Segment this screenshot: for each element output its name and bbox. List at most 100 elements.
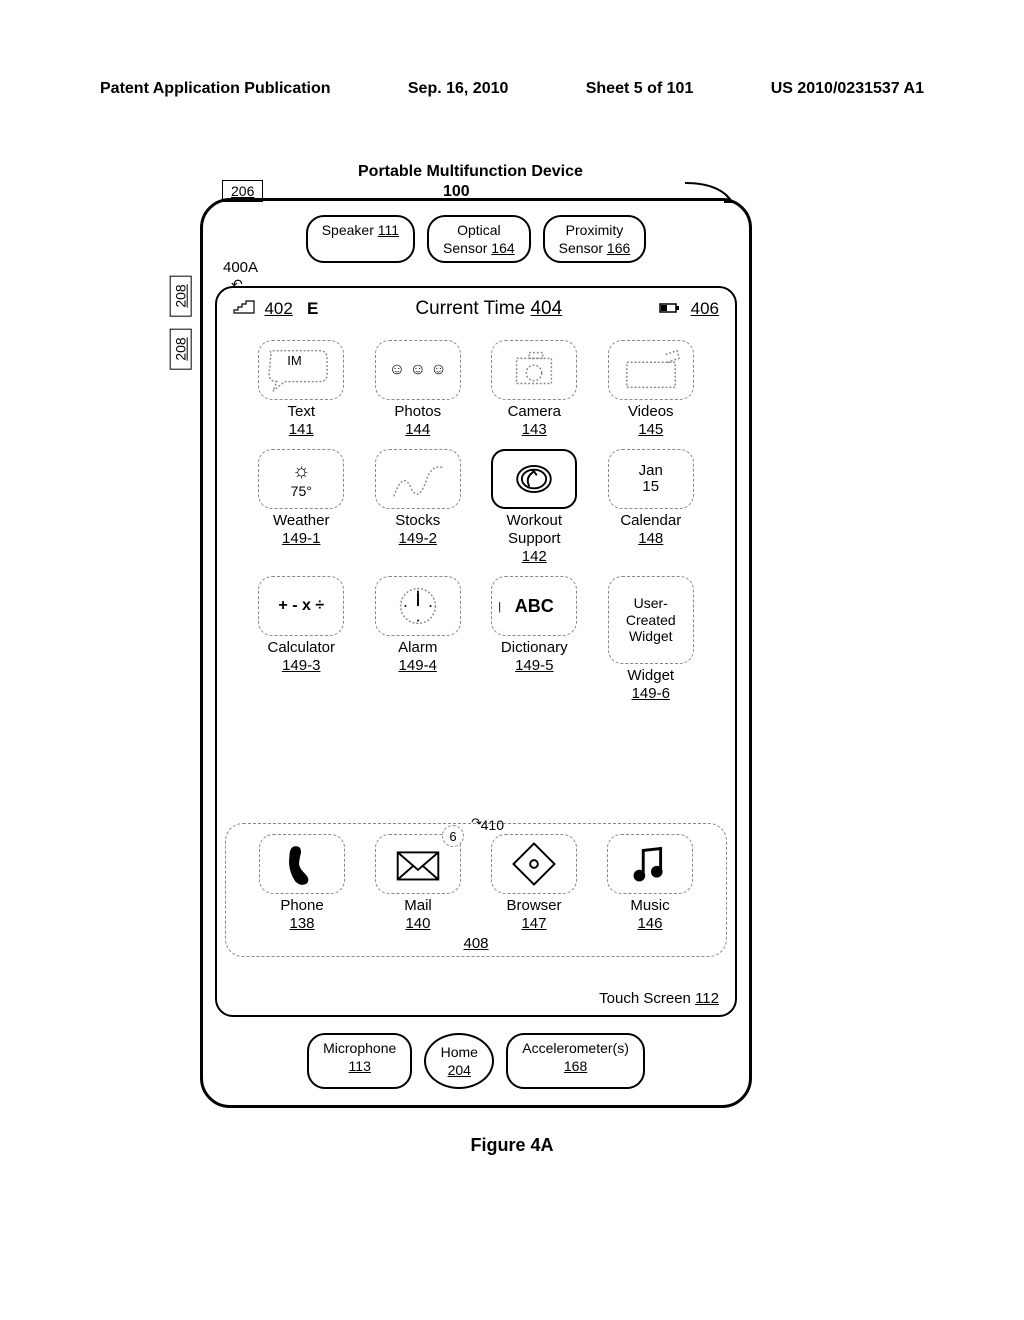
app-stocks[interactable]: Stocks149-2 — [364, 449, 473, 566]
accel-ref: 168 — [564, 1058, 587, 1074]
signal-ref: 402 — [264, 299, 292, 318]
device-title: Portable Multifunction Device — [358, 163, 583, 181]
microphone-ref: 113 — [349, 1058, 371, 1074]
status-bar: 402 E Current Time 404 406 — [225, 296, 727, 322]
home-label: Home — [441, 1043, 478, 1061]
workout-icon — [491, 449, 577, 509]
phone-label: Phone138 — [280, 897, 323, 933]
status-center: Current Time 404 — [415, 298, 562, 320]
app-mail[interactable]: 6 ↷ 410 Mail140 — [364, 834, 472, 933]
dock: Phone138 6 ↷ 410 Mail140 — [225, 823, 727, 957]
ref-208-bottom: 208 — [170, 328, 192, 369]
text-label: Text141 — [287, 403, 315, 439]
stocks-label: Stocks149-2 — [395, 512, 440, 548]
optical-label2: Sensor — [443, 240, 487, 256]
browser-icon — [491, 834, 577, 894]
time-ref: 404 — [530, 298, 562, 319]
im-label: IM — [287, 353, 301, 368]
music-icon — [607, 834, 693, 894]
app-alarm[interactable]: Alarm149-4 — [364, 576, 473, 703]
sensor-row: Speaker 111 Optical Sensor 164 Proximity… — [203, 215, 749, 263]
touch-screen[interactable]: 402 E Current Time 404 406 IM — [215, 286, 737, 1017]
widget-text: User-Created Widget — [613, 595, 689, 645]
calculator-label: Calculator149-3 — [267, 639, 335, 675]
workout-label: Workout Support142 — [480, 512, 589, 566]
microphone-label: Microphone — [323, 1040, 396, 1056]
header-sheet: Sheet 5 of 101 — [586, 80, 694, 98]
status-right: 406 — [659, 299, 719, 319]
home-ref: 204 — [448, 1061, 471, 1079]
proximity-label1: Proximity — [566, 222, 624, 238]
microphone: Microphone 113 — [307, 1033, 412, 1089]
proximity-label2: Sensor — [559, 240, 603, 256]
dict-text: ABC — [515, 596, 554, 617]
accel-label: Accelerometer(s) — [522, 1040, 629, 1056]
optical-sensor: Optical Sensor 164 — [427, 215, 531, 263]
videos-label: Videos145 — [628, 403, 674, 439]
app-videos[interactable]: Videos145 — [597, 340, 706, 439]
weather-temp: 75° — [291, 483, 312, 499]
ref-208-top: 208 — [170, 275, 192, 316]
page-header: Patent Application Publication Sep. 16, … — [0, 80, 1024, 98]
stocks-icon — [375, 449, 461, 509]
touch-screen-label: Touch Screen 112 — [599, 990, 719, 1007]
header-left: Patent Application Publication — [100, 80, 331, 98]
icon-grid: IM Text141 ☺ ☺ ☺ Photos144 Camera143 — [225, 340, 727, 703]
app-browser[interactable]: Browser147 — [480, 834, 588, 933]
accelerometer: Accelerometer(s) 168 — [506, 1033, 645, 1089]
app-music[interactable]: Music146 — [596, 834, 704, 933]
status-left: 402 E — [233, 299, 318, 319]
speaker-ref: 111 — [378, 222, 399, 238]
phone-icon — [259, 834, 345, 894]
camera-label: Camera143 — [508, 403, 561, 439]
camera-icon — [491, 340, 577, 400]
app-calendar[interactable]: Jan 15 Calendar148 — [597, 449, 706, 566]
mail-label: Mail140 — [404, 897, 432, 933]
app-phone[interactable]: Phone138 — [248, 834, 356, 933]
proximity-sensor: Proximity Sensor 166 — [543, 215, 647, 263]
header-pubno: US 2010/0231537 A1 — [771, 80, 924, 98]
app-calculator[interactable]: + - x ÷ Calculator149-3 — [247, 576, 356, 703]
optical-ref: 164 — [491, 240, 514, 256]
ref-400A: 400A — [223, 259, 258, 276]
home-button[interactable]: Home 204 — [424, 1033, 494, 1089]
dictionary-label: Dictionary149-5 — [501, 639, 568, 675]
mail-badge: 6 — [442, 825, 464, 847]
alarm-label: Alarm149-4 — [398, 639, 437, 675]
e-label: E — [307, 299, 318, 318]
dock-ref: 408 — [248, 935, 704, 952]
app-dictionary[interactable]: ABC | Dictionary149-5 — [480, 576, 589, 703]
app-workout[interactable]: Workout Support142 — [480, 449, 589, 566]
videos-icon — [608, 340, 694, 400]
text-icon: IM — [258, 340, 344, 400]
alarm-icon — [375, 576, 461, 636]
photos-label: Photos144 — [394, 403, 441, 439]
calendar-label: Calendar148 — [620, 512, 681, 548]
mail-icon: 6 ↷ 410 — [375, 834, 461, 894]
calendar-icon: Jan 15 — [608, 449, 694, 509]
calc-symbols: + - x ÷ — [278, 597, 324, 615]
figure-caption: Figure 4A — [0, 1135, 1024, 1156]
weather-icon: ☼ 75° — [258, 449, 344, 509]
widget-label: Widget149-6 — [627, 667, 674, 703]
speaker-label: Speaker — [322, 222, 374, 238]
app-photos[interactable]: ☺ ☺ ☺ Photos144 — [364, 340, 473, 439]
bottom-sensor-row: Microphone 113 Home 204 Accelerometer(s)… — [203, 1033, 749, 1089]
time-label: Current Time — [415, 298, 525, 319]
device-body: Speaker 111 Optical Sensor 164 Proximity… — [200, 198, 752, 1108]
proximity-ref: 166 — [607, 240, 630, 256]
app-widget[interactable]: User-Created Widget Widget149-6 — [597, 576, 706, 703]
calculator-icon: + - x ÷ — [258, 576, 344, 636]
app-text[interactable]: IM Text141 — [247, 340, 356, 439]
weather-label: Weather149-1 — [273, 512, 329, 548]
header-date: Sep. 16, 2010 — [408, 80, 509, 98]
music-label: Music146 — [630, 897, 669, 933]
speaker-sensor: Speaker 111 — [306, 215, 415, 263]
app-camera[interactable]: Camera143 — [480, 340, 589, 439]
widget-icon: User-Created Widget — [608, 576, 694, 664]
signal-icon — [233, 299, 255, 319]
battery-ref: 406 — [691, 299, 719, 318]
dictionary-icon: ABC | — [491, 576, 577, 636]
app-weather[interactable]: ☼ 75° Weather149-1 — [247, 449, 356, 566]
browser-label: Browser147 — [506, 897, 561, 933]
